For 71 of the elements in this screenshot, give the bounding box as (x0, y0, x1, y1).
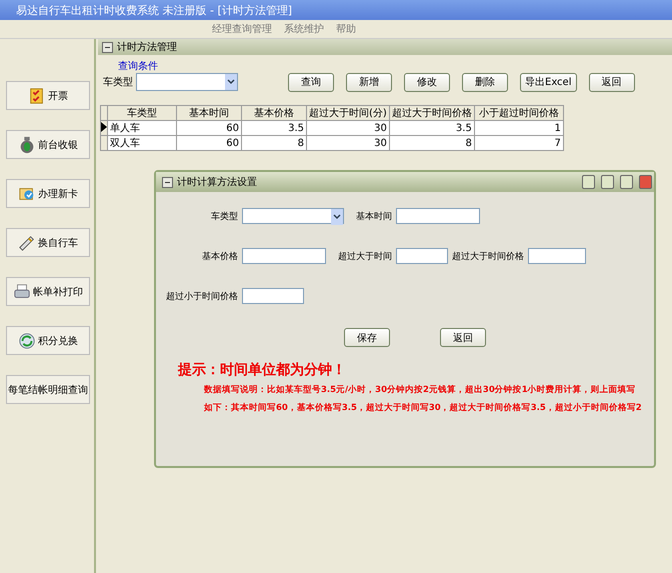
table-cell: 30 (306, 136, 390, 150)
sidebar-button[interactable]: 帐单补打印 (6, 277, 90, 306)
field-label: 车类型 (103, 76, 133, 89)
field-label: 基本时间 (355, 210, 392, 222)
scroll-up-button[interactable] (582, 175, 595, 189)
toolbar-button[interactable]: 返回 (588, 72, 634, 92)
dialog-button[interactable]: 返回 (440, 328, 486, 347)
sidebar-button[interactable]: 开票 (6, 81, 90, 110)
money-bag-icon (18, 136, 36, 154)
dialog-title: 计时计算方法设置 (177, 176, 257, 189)
column-header[interactable]: 车类型 (108, 106, 176, 120)
refresh-icon (18, 332, 36, 350)
toolbar-button[interactable]: 删除 (462, 72, 508, 92)
note-text: 如下：其本时间写60，基本价格写3.5，超过大于时间写30，超过大于时间价格写3.5，超过小于时间价格写2 (204, 403, 642, 413)
menu-item[interactable]: 经理查询管理 (212, 22, 272, 36)
input-field[interactable] (528, 248, 586, 264)
minimize-button[interactable] (601, 175, 614, 189)
field-label: 超过小于时间价格 (166, 290, 238, 302)
field-label: 基本价格 (201, 250, 238, 262)
sidebar-button[interactable]: 积分兑换 (6, 326, 90, 355)
dropdown-field[interactable] (242, 208, 344, 224)
menu-item[interactable]: 帮助 (336, 22, 356, 36)
table-cell: 8 (242, 136, 306, 150)
sidebar-button[interactable]: 办理新卡 (6, 179, 90, 208)
group-label: 查询条件 (118, 61, 158, 72)
field-label: 车类型 (210, 210, 238, 222)
table-cell: 单人车 (108, 120, 176, 136)
maximize-button[interactable] (620, 175, 633, 189)
pen-icon (18, 234, 36, 252)
checklist-icon (28, 86, 46, 104)
table-cell: 3.5 (242, 120, 306, 136)
column-header[interactable]: 基本价格 (242, 106, 306, 120)
table-cell: 1 (474, 120, 564, 136)
collapse-icon[interactable] (102, 42, 113, 52)
field-label: 超过大于时间价格 (452, 250, 524, 262)
table-cell: 3.5 (389, 120, 474, 136)
table-cell: 8 (389, 136, 474, 150)
table-cell: 双人车 (108, 136, 176, 150)
toolbar-button[interactable]: 新增 (346, 72, 392, 92)
column-header[interactable]: 小于超过时间价格 (474, 106, 564, 120)
close-button[interactable] (639, 175, 652, 189)
dropdown-field[interactable] (136, 73, 238, 91)
column-header[interactable]: 基本时间 (176, 106, 242, 120)
toolbar-button[interactable]: 导出Excel (520, 72, 576, 92)
dialog-button[interactable]: 保存 (344, 328, 390, 347)
table-cell: 60 (176, 136, 242, 150)
collapse-icon[interactable] (162, 176, 173, 188)
table-cell: 7 (474, 136, 564, 150)
header-corner-cell (100, 106, 108, 120)
column-header[interactable]: 超过大于时间价格 (389, 106, 474, 120)
input-field[interactable] (242, 288, 304, 304)
menu-item[interactable]: 系统维护 (284, 22, 324, 36)
row-marker[interactable] (100, 120, 108, 136)
panel-title: 计时方法管理 (117, 40, 177, 54)
field-label: 超过大于时间 (338, 250, 392, 262)
row-marker[interactable] (100, 136, 108, 150)
sidebar-button[interactable]: 换自行车 (6, 228, 90, 257)
toolbar-button[interactable]: 查询 (288, 72, 334, 92)
hint-text: 提示：时间单位都为分钟！ (178, 361, 347, 379)
note-text: 数据填写说明：比如某车型号3.5元/小时，30分钟内按2元钱算，超出30分钟按1小时费用计算，则上面填写 (204, 385, 636, 395)
printer-icon (13, 282, 31, 300)
table-cell: 30 (306, 120, 390, 136)
input-field[interactable] (242, 248, 326, 264)
input-field[interactable] (396, 208, 480, 224)
table-cell: 60 (176, 120, 242, 136)
column-header[interactable]: 超过大于时间(分) (306, 106, 390, 120)
sidebar-button[interactable]: 每笔结帐明细查询 (6, 375, 90, 404)
window-title: 易达自行车出租计时收费系统 未注册版 - [计时方法管理] (0, 0, 672, 20)
input-field[interactable] (396, 248, 448, 264)
toolbar-button[interactable]: 修改 (404, 72, 450, 92)
sidebar-button[interactable]: 前台收银 (6, 130, 90, 159)
